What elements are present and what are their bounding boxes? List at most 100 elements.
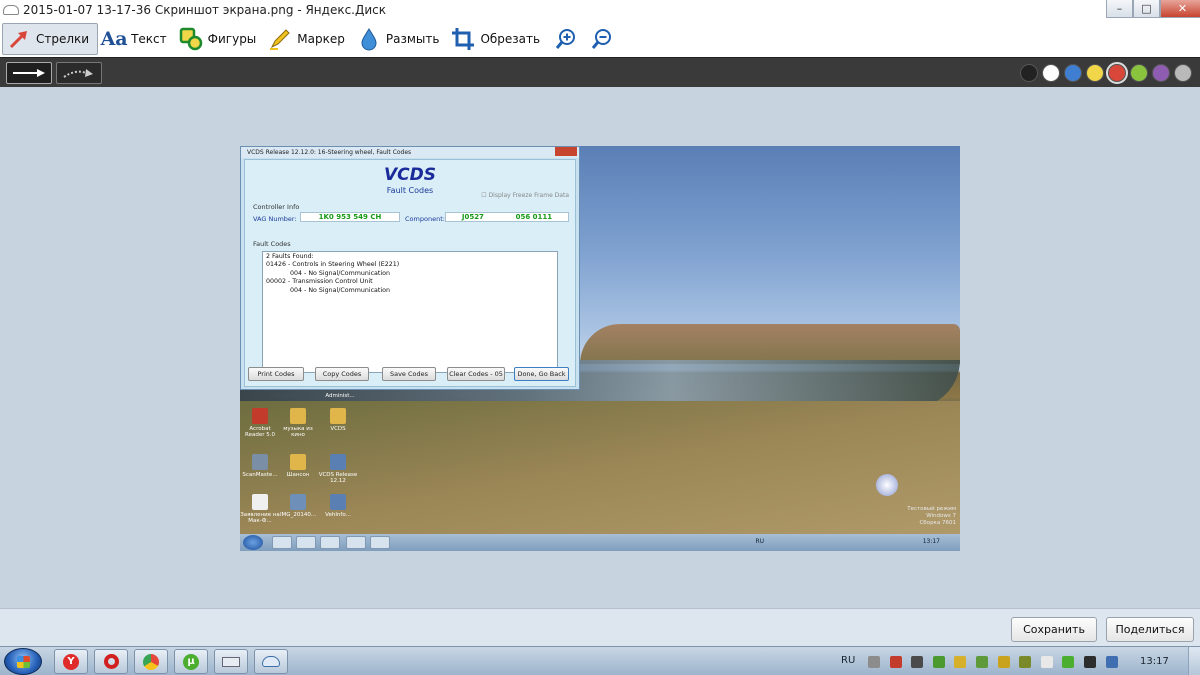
desktop-icon-label: VCDS Release 12.12 [318, 472, 358, 484]
taskbar-yandex-browser[interactable]: Y [54, 649, 88, 674]
show-desktop-button[interactable] [1188, 647, 1200, 675]
inner-clock: 13:17 [922, 538, 940, 545]
desktop-icon: Acrobat Reader 5.0 [240, 408, 280, 438]
taskbar-opera[interactable] [94, 649, 128, 674]
color-swatch[interactable] [1174, 64, 1192, 82]
desktop-icon: VehInfo... [318, 494, 358, 518]
arrow-icon [7, 27, 31, 51]
taskbar-clock[interactable]: 13:17 [1140, 656, 1169, 667]
yandex-disk-icon [3, 5, 19, 15]
window-controls: – □ ✕ [1106, 0, 1200, 18]
zoom-in-button[interactable] [548, 23, 584, 55]
desktop-icon-label: Шансон [286, 472, 310, 478]
tray-icon[interactable] [1105, 656, 1118, 668]
desktop-icon: IMG_20140... [278, 494, 318, 518]
share-button[interactable]: Поделиться [1106, 617, 1194, 642]
desktop-icon-glyph [330, 454, 346, 470]
blur-icon [357, 27, 381, 51]
screenshot-canvas[interactable]: VCDS Release 12.12.0: 16-Steering wheel,… [240, 146, 960, 551]
arrow-style-solid[interactable] [6, 62, 52, 84]
copy-codes-button: Copy Codes [315, 367, 369, 381]
color-swatch[interactable] [1064, 64, 1082, 82]
desktop-icon-glyph [290, 454, 306, 470]
taskbar-yandex-disk[interactable] [254, 649, 288, 674]
tool-shapes[interactable]: Фигуры [175, 23, 265, 55]
tray-icon[interactable] [997, 656, 1010, 668]
admin-folder-label: Administ... [325, 393, 355, 399]
utorrent-icon: µ [183, 653, 199, 670]
tray-icon[interactable] [954, 656, 967, 668]
desktop-icon-label: музыка из кино [283, 426, 313, 438]
component-value: J0527 056 0111 [445, 212, 569, 222]
freeze-frame-label: Display Freeze Frame Data [488, 192, 569, 199]
taskbar-app[interactable] [214, 649, 248, 674]
tray-icon[interactable] [932, 656, 945, 668]
window-title: 2015-01-07 13-17-36 Скриншот экрана.png … [23, 3, 387, 17]
start-button[interactable] [4, 648, 42, 675]
fault-codes-label: Fault Codes [253, 240, 291, 248]
shapes-icon [179, 27, 203, 51]
language-indicator[interactable]: RU [841, 655, 855, 666]
desktop-icon-glyph [330, 494, 346, 510]
tool-blur[interactable]: Размыть [353, 23, 448, 55]
vcds-heading: VCDS [384, 165, 436, 185]
desktop-icon: VCDS Release 12.12 [318, 454, 358, 484]
tool-marker-label: Маркер [297, 31, 345, 46]
inner-start-icon [243, 535, 263, 550]
tool-arrows[interactable]: Стрелки [2, 22, 99, 55]
maximize-button[interactable]: □ [1133, 0, 1160, 18]
desktop-icon-label: Acrobat Reader 5.0 [245, 426, 275, 438]
tray-icon[interactable] [1062, 656, 1075, 668]
tool-marker[interactable]: Маркер [264, 23, 353, 55]
color-swatch[interactable] [1020, 64, 1038, 82]
minimize-button[interactable]: – [1106, 0, 1133, 18]
desktop-icon-label: Заявление на Мак-Ф... [240, 512, 280, 524]
yandex-browser-icon: Y [63, 653, 79, 670]
desktop-icon: ScanMaste... [240, 454, 280, 478]
tool-text[interactable]: Aa Текст [98, 23, 175, 55]
zoom-out-button[interactable] [584, 23, 620, 55]
tray-icon[interactable] [1084, 656, 1096, 668]
color-swatch[interactable] [1086, 64, 1104, 82]
color-swatch[interactable] [1106, 62, 1128, 84]
inner-utorrent-icon [346, 536, 366, 549]
desktop-icon: Заявление на Мак-Ф... [240, 494, 280, 524]
tray-icon[interactable] [976, 656, 988, 668]
controller-info-label: Controller Info [253, 203, 300, 211]
close-button[interactable]: ✕ [1160, 0, 1200, 18]
inner-app-icon [370, 536, 390, 549]
taskbar-utorrent[interactable]: µ [174, 649, 208, 674]
desktop-icon-label: ScanMaste... [242, 472, 278, 478]
color-swatch[interactable] [1042, 64, 1060, 82]
save-button[interactable]: Сохранить [1011, 617, 1097, 642]
tray-icon[interactable] [1019, 656, 1032, 668]
vcds-close-icon [555, 147, 577, 156]
desktop-icon-label: VCDS [330, 426, 346, 432]
zoom-in-icon [554, 27, 578, 51]
tray-icon[interactable] [889, 656, 902, 668]
watermark-line: Сборка 7601 [919, 520, 956, 526]
inner-taskbar: RU 13:17 [240, 534, 960, 551]
desktop-icon-glyph [252, 494, 268, 510]
yandex-disk-taskbar-icon [262, 656, 280, 667]
text-icon: Aa [100, 27, 128, 50]
vcds-window: VCDS Release 12.12.0: 16-Steering wheel,… [240, 146, 580, 390]
desktop-icon-glyph [290, 494, 306, 510]
tray-icon[interactable] [1040, 656, 1053, 668]
color-swatch[interactable] [1152, 64, 1170, 82]
tool-crop-label: Обрезать [480, 31, 541, 46]
watermark-line: Тестовый режим [907, 506, 956, 512]
tray-icon[interactable] [868, 656, 880, 668]
color-swatch[interactable] [1130, 64, 1148, 82]
tool-crop[interactable]: Обрезать [447, 23, 548, 55]
inner-chrome-icon [320, 536, 340, 549]
vcds-title: VCDS Release 12.12.0: 16-Steering wheel,… [241, 147, 579, 158]
component-code: 056 0111 [515, 213, 553, 221]
arrow-style-curved[interactable] [56, 62, 102, 84]
taskbar-chrome[interactable] [134, 649, 168, 674]
test-mode-watermark: Тестовый режим Windows 7 Сборка 7601 [907, 506, 956, 527]
desktop-icon-glyph [330, 408, 346, 424]
tray-icon[interactable] [911, 656, 924, 668]
tool-shapes-label: Фигуры [207, 31, 257, 46]
save-codes-button: Save Codes [382, 367, 436, 381]
